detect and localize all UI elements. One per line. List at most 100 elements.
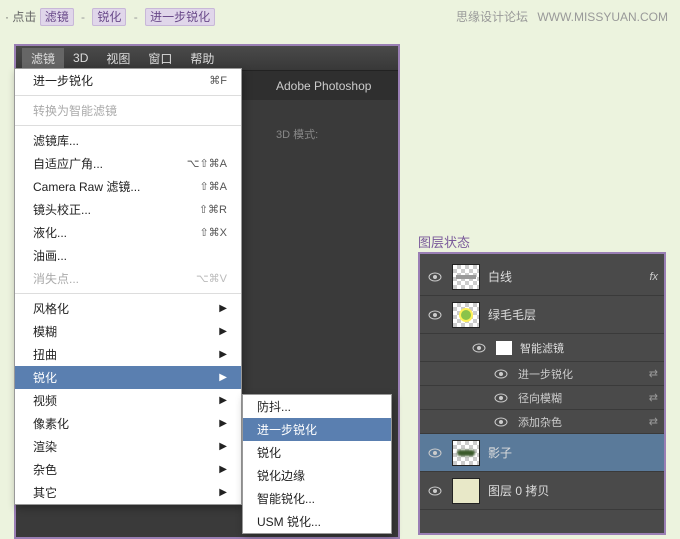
chevron-right-icon: ▶	[219, 372, 227, 383]
menu-item-oil-paint[interactable]: 油画...	[15, 244, 241, 267]
menu-separator	[15, 125, 241, 126]
submenu-shake-reduction[interactable]: 防抖...	[243, 395, 391, 418]
filter-settings-icon[interactable]: ⇄	[649, 415, 658, 428]
layer-row-white-line[interactable]: 白线 fx	[420, 258, 664, 296]
menu-item-label: 其它	[33, 484, 57, 501]
filter-settings-icon[interactable]: ⇄	[649, 367, 658, 380]
menu-item-label: 扭曲	[33, 346, 57, 363]
eye-icon[interactable]	[470, 341, 488, 354]
layer-thumbnail	[452, 478, 480, 504]
menu-item-label: 进一步锐化	[257, 421, 317, 438]
smart-filter-radial-blur[interactable]: 径向模糊 ⇄	[420, 386, 664, 410]
sep: -	[134, 10, 138, 24]
menu-3d[interactable]: 3D	[64, 49, 97, 67]
menu-item-other[interactable]: 其它 ▶	[15, 481, 241, 504]
menu-item-shortcut: ⌥⌘V	[196, 272, 227, 285]
instruction-prefix: · 点击	[5, 10, 36, 24]
sharpen-submenu: 防抖... 进一步锐化 锐化 锐化边缘 智能锐化... USM 锐化...	[242, 394, 392, 534]
chevron-right-icon: ▶	[219, 326, 227, 337]
menu-item-label: 油画...	[33, 247, 67, 264]
filter-name: 进一步锐化	[518, 366, 573, 382]
menu-item-blur[interactable]: 模糊 ▶	[15, 320, 241, 343]
menu-item-pixelate[interactable]: 像素化 ▶	[15, 412, 241, 435]
submenu-usm-sharpen[interactable]: USM 锐化...	[243, 510, 391, 533]
layer-name: 图层 0 拷贝	[488, 482, 549, 499]
layer-thumbnail	[452, 302, 480, 328]
layer-smart-filters[interactable]: 智能滤镜	[420, 334, 664, 362]
layer-thumbnail	[452, 440, 480, 466]
filter-name: 添加杂色	[518, 414, 562, 430]
eye-icon[interactable]	[426, 484, 444, 497]
eye-icon[interactable]	[426, 446, 444, 459]
layer-row-layer0-copy[interactable]: 图层 0 拷贝	[420, 472, 664, 510]
layers-panel: 白线 fx 绿毛毛层 智能滤镜 进一步锐化 ⇄ 径向模糊 ⇄ 添加杂色 ⇄ 影子…	[418, 252, 666, 535]
menu-item-label: 自适应广角...	[33, 155, 103, 172]
menu-item-adaptive-wide[interactable]: 自适应广角... ⌥⇧⌘A	[15, 152, 241, 175]
menu-item-label: 转换为智能滤镜	[33, 102, 117, 119]
menu-item-label: 模糊	[33, 323, 57, 340]
menu-item-stylize[interactable]: 风格化▶	[15, 297, 241, 320]
submenu-sharpen[interactable]: 锐化	[243, 441, 391, 464]
layer-name: 白线	[488, 268, 512, 285]
filter-name: 径向模糊	[518, 390, 562, 406]
menu-item-render[interactable]: 渲染 ▶	[15, 435, 241, 458]
menu-item-label: 进一步锐化	[33, 72, 93, 89]
menu-item-last-filter[interactable]: 进一步锐化 ⌘F	[15, 69, 241, 92]
menu-filter[interactable]: 滤镜	[22, 48, 64, 69]
watermark-url: WWW.MISSYUAN.COM	[537, 10, 668, 24]
menubar: 滤镜 3D 视图 窗口 帮助	[16, 46, 398, 70]
menu-item-noise[interactable]: 杂色▶	[15, 458, 241, 481]
eye-icon[interactable]	[492, 367, 510, 380]
menu-separator	[15, 95, 241, 96]
menu-item-vanishing-point: 消失点... ⌥⌘V	[15, 267, 241, 290]
app-title: Adobe Photoshop	[276, 79, 371, 93]
chevron-right-icon: ▶	[219, 441, 227, 452]
smart-filter-add-noise[interactable]: 添加杂色 ⇄	[420, 410, 664, 434]
menu-item-distort[interactable]: 扭曲 ▶	[15, 343, 241, 366]
menu-item-filter-gallery[interactable]: 滤镜库...	[15, 129, 241, 152]
chevron-right-icon: ▶	[219, 349, 227, 360]
layers-panel-title: 图层状态	[418, 232, 470, 251]
menu-item-label: 液化...	[33, 224, 67, 241]
menu-item-label: 镜头校正...	[33, 201, 91, 218]
step-2: 锐化	[92, 8, 126, 26]
menu-item-label: 锐化	[257, 444, 281, 461]
menu-view[interactable]: 视图	[97, 48, 139, 69]
menu-item-label: 锐化边缘	[257, 467, 305, 484]
menu-item-label: 视频	[33, 392, 57, 409]
layer-name: 影子	[488, 444, 512, 461]
smart-filter-mask-icon	[496, 341, 512, 355]
submenu-sharpen-more[interactable]: 进一步锐化	[243, 418, 391, 441]
menu-help[interactable]: 帮助	[181, 48, 223, 69]
smart-filter-sharpen-more[interactable]: 进一步锐化 ⇄	[420, 362, 664, 386]
menu-item-liquify[interactable]: 液化... ⇧⌘X	[15, 221, 241, 244]
menu-item-label: 像素化	[33, 415, 69, 432]
menu-item-sharpen[interactable]: 锐化▶	[15, 366, 241, 389]
fx-badge[interactable]: fx	[649, 271, 658, 283]
eye-icon[interactable]	[426, 270, 444, 283]
chevron-right-icon: ▶	[219, 464, 227, 475]
eye-icon[interactable]	[426, 308, 444, 321]
menu-separator	[15, 293, 241, 294]
menu-window[interactable]: 窗口	[139, 48, 181, 69]
step-1: 滤镜	[40, 8, 74, 26]
submenu-sharpen-edges[interactable]: 锐化边缘	[243, 464, 391, 487]
menu-item-label: Camera Raw 滤镜...	[33, 178, 140, 195]
menu-item-shortcut: ⇧⌘X	[199, 226, 227, 239]
chevron-right-icon: ▶	[219, 487, 227, 498]
eye-icon[interactable]	[492, 391, 510, 404]
menu-item-video[interactable]: 视频▶	[15, 389, 241, 412]
eye-icon[interactable]	[492, 415, 510, 428]
layer-name: 绿毛毛层	[488, 306, 536, 323]
layer-row-green-fur[interactable]: 绿毛毛层	[420, 296, 664, 334]
menu-item-label: 渲染	[33, 438, 57, 455]
submenu-smart-sharpen[interactable]: 智能锐化...	[243, 487, 391, 510]
sep: -	[81, 10, 85, 24]
threed-mode-label: 3D 模式:	[276, 126, 318, 142]
menu-item-camera-raw[interactable]: Camera Raw 滤镜... ⇧⌘A	[15, 175, 241, 198]
chevron-right-icon: ▶	[219, 418, 227, 429]
filter-settings-icon[interactable]: ⇄	[649, 391, 658, 404]
layer-row-shadow[interactable]: 影子	[420, 434, 664, 472]
watermark-text: 思缘设计论坛	[456, 10, 528, 24]
menu-item-lens-correction[interactable]: 镜头校正... ⇧⌘R	[15, 198, 241, 221]
